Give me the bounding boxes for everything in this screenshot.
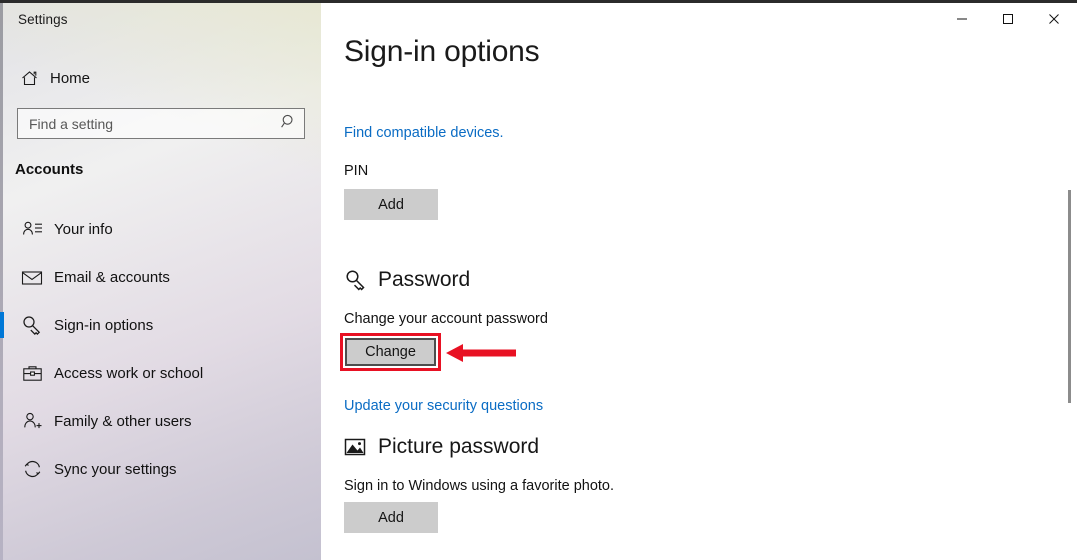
sidebar-item-family-other-users[interactable]: Family & other users bbox=[0, 399, 321, 443]
password-section-heading: Password bbox=[344, 268, 470, 292]
sidebar-item-email-accounts-label: Email & accounts bbox=[54, 268, 170, 286]
find-compatible-devices-link[interactable]: Find compatible devices. bbox=[344, 125, 504, 141]
sidebar-item-your-info-label: Your info bbox=[54, 220, 113, 238]
mail-icon bbox=[16, 265, 48, 289]
settings-window: Settings Home Accounts bbox=[0, 0, 1077, 560]
minimize-button[interactable] bbox=[939, 3, 985, 35]
maximize-button[interactable] bbox=[985, 3, 1031, 35]
pin-add-button[interactable]: Add bbox=[344, 189, 438, 220]
password-heading-label: Password bbox=[378, 268, 471, 291]
key-icon bbox=[344, 269, 372, 292]
picture-password-heading-label: Picture password bbox=[378, 435, 540, 458]
home-icon bbox=[14, 69, 44, 88]
selection-accent-bar bbox=[0, 216, 4, 242]
sync-icon bbox=[16, 457, 48, 481]
scrollbar-track[interactable] bbox=[1063, 3, 1077, 560]
close-icon bbox=[1049, 14, 1059, 24]
search-input[interactable] bbox=[29, 115, 280, 132]
sidebar-item-home[interactable]: Home bbox=[14, 63, 306, 93]
your-info-icon bbox=[16, 217, 48, 241]
update-security-questions-link[interactable]: Update your security questions bbox=[344, 398, 543, 414]
scrollbar-thumb[interactable] bbox=[1068, 190, 1071, 403]
selection-accent-bar bbox=[0, 408, 4, 434]
selection-accent-bar bbox=[0, 264, 4, 290]
maximize-icon bbox=[1003, 14, 1013, 24]
key-icon bbox=[16, 313, 48, 337]
sidebar-item-family-other-users-label: Family & other users bbox=[54, 412, 192, 430]
minimize-icon bbox=[957, 18, 967, 20]
briefcase-icon bbox=[16, 361, 48, 385]
sidebar-item-access-work-or-school-label: Access work or school bbox=[54, 364, 204, 382]
add-user-icon bbox=[16, 409, 48, 433]
selection-accent-bar bbox=[0, 360, 4, 386]
sidebar-item-sync-your-settings[interactable]: Sync your settings bbox=[0, 447, 321, 491]
sidebar-item-access-work-or-school[interactable]: Access work or school bbox=[0, 351, 321, 395]
sidebar-item-email-accounts[interactable]: Email & accounts bbox=[0, 255, 321, 299]
sidebar-item-sign-in-options-label: Sign-in options bbox=[54, 316, 154, 334]
picture-icon bbox=[344, 437, 372, 458]
app-title: Settings bbox=[18, 12, 68, 27]
window-controls bbox=[939, 3, 1077, 35]
search-box[interactable] bbox=[17, 108, 305, 139]
left-arrow-annotation bbox=[446, 344, 516, 362]
sidebar-item-sign-in-options[interactable]: Sign-in options bbox=[0, 303, 321, 347]
sidebar-item-your-info[interactable]: Your info bbox=[0, 207, 321, 251]
password-description: Change your account password bbox=[344, 311, 548, 327]
sidebar: Settings Home Accounts bbox=[0, 3, 321, 560]
change-password-button[interactable]: Change bbox=[345, 338, 436, 366]
search-icon bbox=[280, 113, 297, 135]
sidebar-group-heading: Accounts bbox=[15, 161, 84, 178]
sidebar-item-home-label: Home bbox=[50, 69, 91, 87]
picture-password-section-heading: Picture password bbox=[344, 435, 539, 459]
main-content: Sign-in options Find compatible devices.… bbox=[321, 3, 1077, 560]
selection-accent-bar bbox=[0, 312, 4, 338]
page-title: Sign-in options bbox=[344, 35, 540, 68]
selection-accent-bar bbox=[0, 456, 4, 482]
sidebar-item-sync-your-settings-label: Sync your settings bbox=[54, 460, 177, 478]
pin-label: PIN bbox=[344, 163, 369, 179]
picture-password-description: Sign in to Windows using a favorite phot… bbox=[344, 478, 615, 494]
picture-password-add-button[interactable]: Add bbox=[344, 502, 438, 533]
